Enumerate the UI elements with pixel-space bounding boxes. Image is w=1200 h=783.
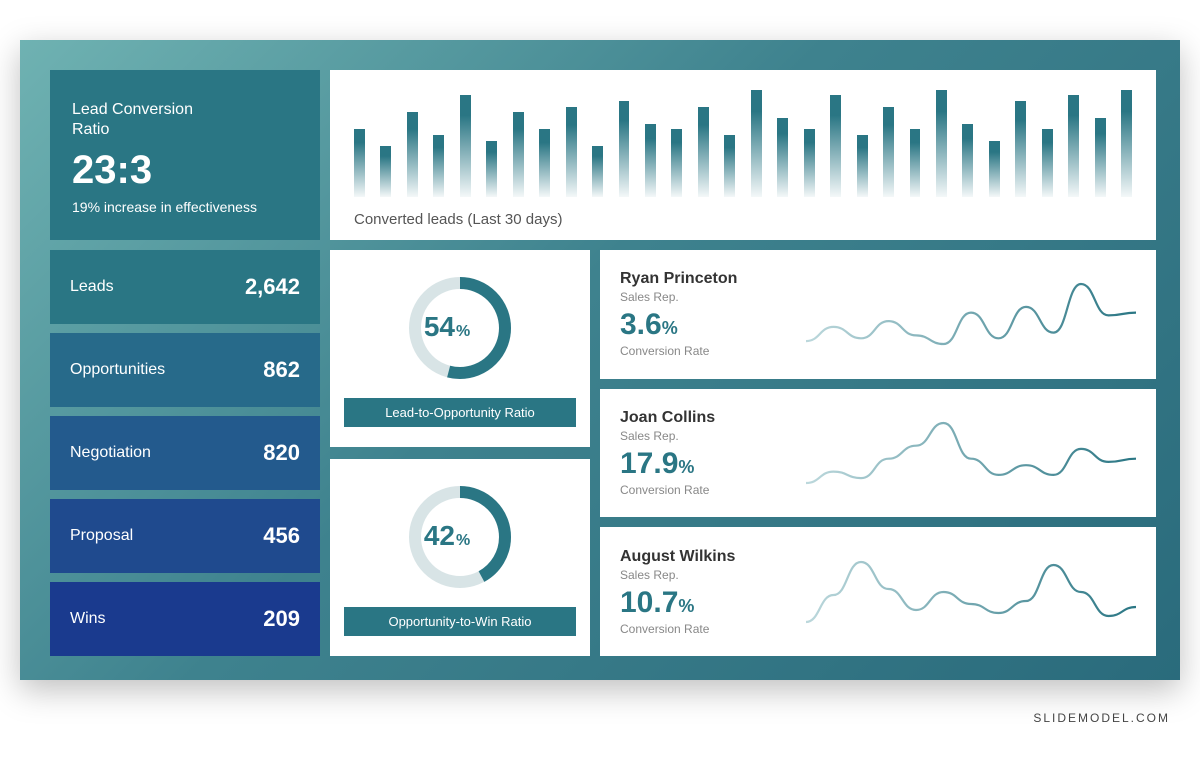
bar (857, 135, 868, 197)
svg-text:%: % (456, 323, 470, 340)
funnel-value: 2,642 (245, 274, 300, 300)
funnel-value: 862 (263, 357, 300, 383)
dashboard-grid: Lead ConversionRatio 23:3 19% increase i… (50, 70, 1150, 656)
bar (645, 124, 656, 197)
bar (539, 129, 550, 197)
card-lead-conversion-ratio: Lead ConversionRatio 23:3 19% increase i… (50, 70, 320, 240)
rep-sub: Conversion Rate (620, 483, 790, 497)
rep-rate: 10.7% (620, 586, 790, 620)
card-converted-leads-bars: Converted leads (Last 30 days) (330, 70, 1156, 240)
attribution-text: SLIDEMODEL.COM (1033, 711, 1170, 725)
donut-label: Lead-to-Opportunity Ratio (344, 398, 576, 427)
dashboard-frame: Lead ConversionRatio 23:3 19% increase i… (20, 40, 1180, 680)
bar (486, 141, 497, 198)
funnel-name: Proposal (70, 527, 133, 545)
donut-column: 54% Lead-to-Opportunity Ratio 42% Opportuni… (330, 250, 590, 656)
svg-text:54: 54 (424, 311, 456, 342)
bar (566, 107, 577, 197)
rep-sub: Conversion Rate (620, 344, 790, 358)
bar (671, 129, 682, 197)
ratio-value: 23:3 (72, 148, 298, 193)
funnel-value: 820 (263, 440, 300, 466)
sparkline-chart (806, 279, 1136, 349)
bar (989, 141, 1000, 198)
bar (1015, 101, 1026, 197)
rep-name: Joan Collins (620, 409, 790, 427)
card-donut-1: 42% Opportunity-to-Win Ratio (330, 459, 590, 656)
bar (962, 124, 973, 197)
funnel-value: 209 (263, 606, 300, 632)
bar (1095, 118, 1106, 197)
funnel-value: 456 (263, 523, 300, 549)
bars-label: Converted leads (Last 30 days) (354, 211, 1132, 228)
rep-info: Joan Collins Sales Rep. 17.9% Conversion Ra… (620, 409, 790, 497)
bar (804, 129, 815, 197)
sales-reps-column: Ryan Princeton Sales Rep. 3.6% Conversion R… (600, 250, 1156, 656)
bar (1121, 90, 1132, 197)
bar (619, 101, 630, 197)
rep-name: Ryan Princeton (620, 270, 790, 288)
donut-chart-icon: 54% (400, 268, 520, 388)
bar (830, 95, 841, 197)
bars-chart (354, 84, 1132, 197)
ratio-label: Lead ConversionRatio (72, 100, 298, 140)
bar (1042, 129, 1053, 197)
bar (354, 129, 365, 197)
funnel-name: Wins (70, 610, 106, 628)
svg-text:42: 42 (424, 520, 455, 551)
funnel-name: Negotiation (70, 444, 151, 462)
svg-text:%: % (456, 532, 470, 549)
rep-info: Ryan Princeton Sales Rep. 3.6% Conversion R… (620, 270, 790, 358)
bar (460, 95, 471, 197)
bar (698, 107, 709, 197)
funnel-column: Leads 2,642 Opportunities 862 Negotiation 820… (50, 250, 320, 656)
rep-info: August Wilkins Sales Rep. 10.7% Conversion … (620, 548, 790, 636)
bar (724, 135, 735, 197)
card-rep-joan-collins: Joan Collins Sales Rep. 17.9% Conversion Ra… (600, 389, 1156, 518)
rep-role: Sales Rep. (620, 290, 790, 304)
funnel-row-opportunities: Opportunities 862 (50, 333, 320, 407)
bar (592, 146, 603, 197)
bar (883, 107, 894, 197)
sparkline-chart (806, 418, 1136, 488)
bar (407, 112, 418, 197)
bar (777, 118, 788, 197)
funnel-row-proposal: Proposal 456 (50, 499, 320, 573)
funnel-name: Opportunities (70, 361, 165, 379)
bar (433, 135, 444, 197)
bar (751, 90, 762, 197)
donut-chart-icon: 42% (400, 477, 520, 597)
funnel-row-leads: Leads 2,642 (50, 250, 320, 324)
funnel-row-wins: Wins 209 (50, 582, 320, 656)
card-rep-august-wilkins: August Wilkins Sales Rep. 10.7% Conversion … (600, 527, 1156, 656)
rep-name: August Wilkins (620, 548, 790, 566)
bar (1068, 95, 1079, 197)
funnel-row-negotiation: Negotiation 820 (50, 416, 320, 490)
rep-role: Sales Rep. (620, 568, 790, 582)
bar (380, 146, 391, 197)
card-donut-0: 54% Lead-to-Opportunity Ratio (330, 250, 590, 447)
ratio-sub: 19% increase in effectiveness (72, 199, 298, 215)
card-rep-ryan-princeton: Ryan Princeton Sales Rep. 3.6% Conversion R… (600, 250, 1156, 379)
sparkline-chart (806, 557, 1136, 627)
rep-sub: Conversion Rate (620, 622, 790, 636)
donut-label: Opportunity-to-Win Ratio (344, 607, 576, 636)
rep-rate: 17.9% (620, 447, 790, 481)
rep-rate: 3.6% (620, 308, 790, 342)
rep-role: Sales Rep. (620, 429, 790, 443)
bar (513, 112, 524, 197)
bar (936, 90, 947, 197)
bar (910, 129, 921, 197)
funnel-name: Leads (70, 278, 114, 296)
